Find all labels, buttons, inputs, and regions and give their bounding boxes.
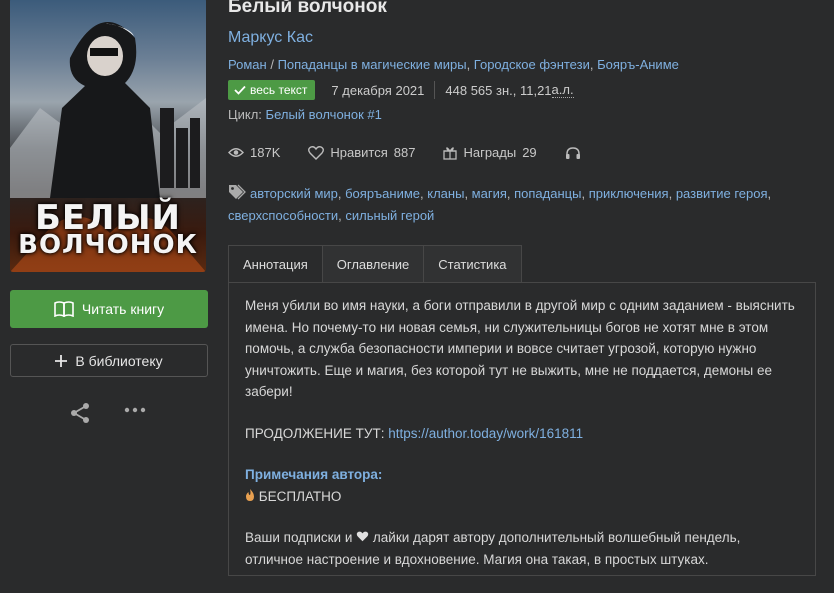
tags-list: авторский мир, бояръаниме, кланы, магия,… — [228, 186, 772, 223]
likes-label: Нравится — [330, 145, 388, 160]
author-notes-heading: Примечания автора: — [245, 467, 383, 482]
annotation-text: Меня убили во имя науки, а боги отправил… — [245, 298, 795, 399]
check-icon — [234, 85, 246, 95]
free-label: БЕСПЛАТНО — [258, 488, 342, 504]
fire-icon — [246, 488, 254, 501]
tab-statistics[interactable]: Статистика — [423, 245, 522, 282]
continuation-link[interactable]: https://author.today/work/161811 — [388, 426, 583, 441]
book-meta: весь текст 7 декабря 2021 448 565 зн., 1… — [228, 80, 574, 100]
tag-link[interactable]: приключения — [589, 186, 669, 201]
views-count: 187K — [250, 145, 281, 160]
book-icon — [54, 301, 74, 317]
cycle-label: Цикл: — [228, 107, 262, 122]
views-stat: 187K — [228, 145, 280, 160]
continuation-line: ПРОДОЛЖЕНИЕ ТУТ: https://author.today/wo… — [245, 423, 799, 445]
book-size: 448 565 зн., 11,21 — [445, 82, 552, 98]
tab-bar: Аннотация Оглавление Статистика — [228, 245, 522, 282]
author-link[interactable]: Маркус Кас — [228, 29, 313, 47]
genre-separator: / — [270, 57, 274, 72]
free-line: БЕСПЛАТНО — [245, 486, 799, 508]
subs-text-before: Ваши подписки и — [245, 530, 353, 545]
read-book-label: Читать книгу — [81, 301, 165, 317]
awards-count: 29 — [522, 145, 537, 160]
tag-link[interactable]: авторский мир — [250, 186, 338, 201]
subscription-note: Ваши подписки и лайки дарят автору допол… — [245, 527, 799, 570]
headphones-icon — [565, 146, 580, 159]
tag-link[interactable]: кланы — [427, 186, 464, 201]
add-to-library-label: В библиотеку — [75, 352, 163, 369]
gift-icon — [443, 146, 458, 160]
genres-line: Роман / Попаданцы в магические миры, Гор… — [228, 57, 679, 72]
genre-link[interactable]: Бояръ-Аниме — [597, 57, 679, 72]
tag-link[interactable]: попаданцы — [514, 186, 581, 201]
status-badge-label: весь текст — [250, 83, 308, 97]
genre-link[interactable]: Попаданцы в магические миры — [278, 57, 467, 72]
awards-stat[interactable]: Награды 29 — [443, 145, 537, 160]
continuation-label: ПРОДОЛЖЕНИЕ ТУТ: — [245, 425, 385, 441]
genre-link[interactable]: Городское фэнтези — [474, 57, 590, 72]
genre-type-link[interactable]: Роман — [228, 57, 267, 72]
cycle-line: Цикл: Белый волчонок #1 — [228, 107, 382, 122]
tag-link[interactable]: сверхспособности — [228, 208, 338, 223]
annotation-panel: Меня убили во имя науки, а боги отправил… — [228, 282, 816, 576]
tab-contents[interactable]: Оглавление — [321, 245, 425, 282]
book-title: Белый волчонок — [228, 0, 387, 17]
tag-link[interactable]: развитие героя — [676, 186, 768, 201]
heart-icon — [356, 531, 369, 542]
tag-link[interactable]: сильный герой — [345, 208, 434, 223]
meta-divider — [434, 81, 436, 99]
audiobook-stat[interactable] — [565, 146, 581, 160]
read-book-button[interactable]: Читать книгу — [10, 290, 208, 328]
status-badge: весь текст — [228, 80, 316, 100]
plus-icon — [55, 354, 68, 367]
publish-date: 7 декабря 2021 — [331, 82, 425, 98]
add-to-library-button[interactable]: В библиотеку — [10, 344, 208, 377]
size-unit: а.л. — [551, 82, 574, 98]
cycle-link[interactable]: Белый волчонок #1 — [266, 107, 382, 122]
eye-icon — [228, 148, 244, 157]
heart-icon — [308, 145, 325, 160]
cover-title-line2: ВОЛЧОНОК — [18, 230, 198, 260]
book-cover[interactable]: БЕЛЫЙ ВОЛЧОНОК — [10, 0, 206, 272]
tab-annotation[interactable]: Аннотация — [228, 245, 323, 282]
share-icon[interactable] — [69, 402, 91, 424]
awards-label: Награды — [463, 145, 517, 160]
stats-row: 187K Нравится 887 Награды 29 — [228, 145, 609, 160]
tag-link[interactable]: бояръаниме — [345, 186, 420, 201]
likes-stat[interactable]: Нравится 887 — [308, 145, 415, 160]
likes-count: 887 — [393, 145, 416, 160]
tag-link[interactable]: магия — [472, 186, 507, 201]
more-icon[interactable] — [124, 406, 146, 414]
